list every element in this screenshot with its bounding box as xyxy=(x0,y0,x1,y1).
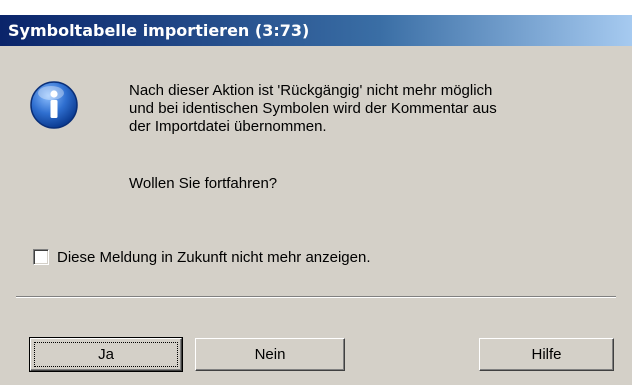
help-button[interactable]: Hilfe xyxy=(479,338,614,371)
dialog-title: Symboltabelle importieren (3:73) xyxy=(0,15,632,46)
top-strip xyxy=(0,0,632,15)
confirm-question: Wollen Sie fortfahren? xyxy=(129,175,278,192)
separator xyxy=(16,296,616,298)
yes-button[interactable]: Ja xyxy=(29,337,183,372)
dont-show-again-option[interactable]: Diese Meldung in Zukunft nicht mehr anze… xyxy=(33,247,371,267)
message-line: und bei identischen Symbolen wird der Ko… xyxy=(129,100,497,117)
dont-show-again-checkbox[interactable] xyxy=(33,249,49,265)
information-icon xyxy=(29,80,79,130)
no-button[interactable]: Nein xyxy=(195,338,345,371)
message-line: Nach dieser Aktion ist 'Rückgängig' nich… xyxy=(129,82,493,99)
dont-show-again-label[interactable]: Diese Meldung in Zukunft nicht mehr anze… xyxy=(57,249,371,266)
import-confirm-dialog: Symboltabelle importieren (3:73) Nach di… xyxy=(0,0,632,385)
message-line: der Importdatei übernommen. xyxy=(129,118,327,135)
message-text: Nach dieser Aktion ist 'Rückgängig' nich… xyxy=(129,82,609,136)
